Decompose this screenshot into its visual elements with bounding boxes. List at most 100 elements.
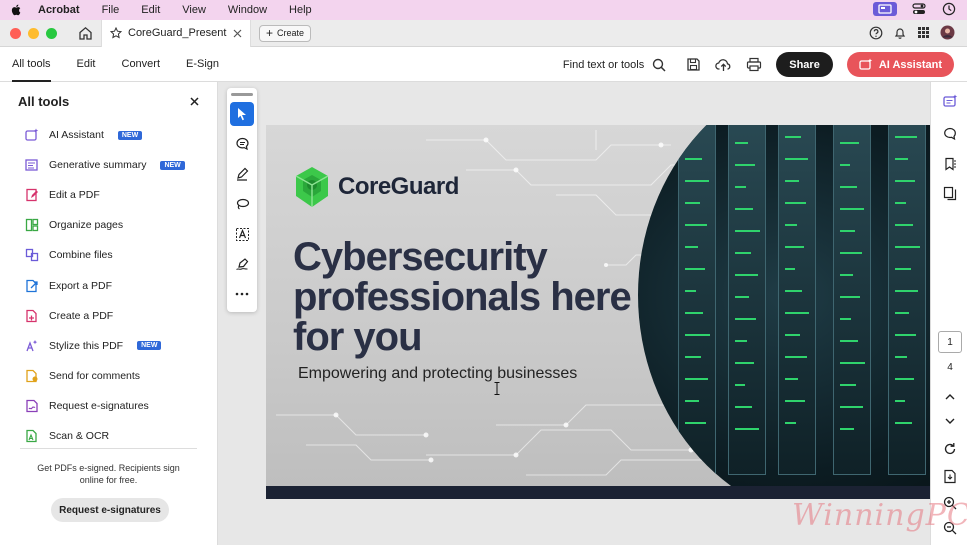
document-tab[interactable]: CoreGuard_Presentati... xyxy=(101,19,251,47)
share-button[interactable]: Share xyxy=(776,52,833,77)
new-badge: NEW xyxy=(117,130,143,140)
menu-app-name[interactable]: Acrobat xyxy=(38,4,80,16)
help-icon[interactable] xyxy=(869,26,883,40)
tab-edit[interactable]: Edit xyxy=(77,47,96,82)
tool-item-export-a-pdf[interactable]: Export a PDF xyxy=(0,270,217,300)
comments-rail-icon[interactable] xyxy=(941,125,959,143)
pages-rail-icon[interactable] xyxy=(941,184,959,202)
server-led xyxy=(840,428,854,430)
server-led xyxy=(840,296,860,298)
close-panel-icon[interactable] xyxy=(190,96,199,106)
find-tools-search[interactable]: Find text or tools xyxy=(563,58,666,72)
apple-icon[interactable] xyxy=(10,4,22,16)
highlight-tool-button[interactable] xyxy=(230,162,254,186)
server-led xyxy=(685,400,699,402)
home-icon[interactable] xyxy=(75,23,95,43)
server-led xyxy=(785,202,806,204)
server-led xyxy=(840,230,855,232)
cursor-arrow-icon xyxy=(238,108,246,121)
server-led xyxy=(685,268,705,270)
save-icon[interactable] xyxy=(686,57,701,72)
server-led xyxy=(735,428,759,430)
control-center-icon[interactable] xyxy=(911,2,927,16)
window-controls xyxy=(10,27,57,39)
draw-tool-button[interactable] xyxy=(230,192,254,216)
server-led xyxy=(895,180,915,182)
menu-view[interactable]: View xyxy=(182,4,206,16)
bell-icon[interactable] xyxy=(893,26,907,40)
tool-item-combine-files[interactable]: Combine files xyxy=(0,240,217,270)
upload-cloud-icon[interactable] xyxy=(715,57,732,72)
apps-grid-icon[interactable] xyxy=(917,26,930,39)
combine-files-icon xyxy=(25,248,39,262)
tool-item-generative-summary[interactable]: Generative summary NEW xyxy=(0,150,217,180)
page-up-icon[interactable] xyxy=(941,387,959,405)
server-led xyxy=(895,202,906,204)
menu-window[interactable]: Window xyxy=(228,4,267,16)
tab-e-sign[interactable]: E-Sign xyxy=(186,47,219,82)
panel-title: All tools xyxy=(18,93,70,109)
server-led xyxy=(735,384,745,386)
server-led xyxy=(685,202,700,204)
tool-item-label: Stylize this PDF xyxy=(49,339,124,352)
text-select-tool-button[interactable] xyxy=(230,222,254,246)
tool-item-stylize-this-pdf[interactable]: Stylize this PDF NEW xyxy=(0,331,217,361)
tabbar-actions xyxy=(869,25,955,40)
tool-item-organize-pages[interactable]: Organize pages xyxy=(0,210,217,240)
ai-assistant-rail-icon[interactable] xyxy=(941,92,959,110)
tab-convert[interactable]: Convert xyxy=(122,47,161,82)
server-led xyxy=(895,158,908,160)
menubar: Acrobat File Edit View Window Help xyxy=(0,0,967,20)
more-tools-button[interactable] xyxy=(230,282,254,306)
star-icon[interactable] xyxy=(110,27,122,39)
print-icon[interactable] xyxy=(746,57,762,72)
menu-file[interactable]: File xyxy=(102,4,120,16)
avatar[interactable] xyxy=(940,25,955,40)
server-led xyxy=(895,312,909,314)
server-led xyxy=(685,422,706,424)
comment-tool-button[interactable] xyxy=(230,132,254,156)
ai-assistant-button[interactable]: AI Assistant xyxy=(846,52,954,77)
create-button-label: Create xyxy=(277,28,305,38)
tool-item-create-a-pdf[interactable]: Create a PDF xyxy=(0,301,217,331)
tool-item-ai-assistant[interactable]: AI Assistant NEW xyxy=(0,120,217,150)
rotate-icon[interactable] xyxy=(941,440,959,458)
tool-item-scan-ocr[interactable]: Scan & OCR xyxy=(0,421,217,451)
clock-icon[interactable] xyxy=(941,2,957,16)
minimize-window-button[interactable] xyxy=(28,27,39,39)
page-down-icon[interactable] xyxy=(941,412,959,430)
ai-assistant-label: AI Assistant xyxy=(878,58,942,71)
menu-edit[interactable]: Edit xyxy=(141,4,160,16)
server-led xyxy=(895,400,905,402)
tool-item-edit-a-pdf[interactable]: Edit a PDF xyxy=(0,180,217,210)
server-led xyxy=(785,136,801,138)
server-led xyxy=(840,252,862,254)
server-led xyxy=(735,340,747,342)
bookmark-rail-icon[interactable] xyxy=(941,155,959,173)
server-led xyxy=(735,252,751,254)
request-esignatures-button[interactable]: Request e-signatures xyxy=(51,498,169,522)
zoom-window-button[interactable] xyxy=(46,27,57,39)
strip-drag-handle[interactable] xyxy=(231,93,253,96)
server-led xyxy=(785,180,799,182)
server-led xyxy=(840,186,857,188)
server-rack xyxy=(678,125,716,475)
select-tool-button[interactable] xyxy=(230,102,254,126)
tool-item-request-e-signatures[interactable]: Request e-signatures xyxy=(0,391,217,421)
create-button[interactable]: + Create xyxy=(259,24,312,42)
signature-pen-icon xyxy=(235,258,248,270)
menu-help[interactable]: Help xyxy=(289,4,312,16)
document-page[interactable]: CoreGuard Cybersecurity professionals he… xyxy=(266,125,930,499)
current-page-input[interactable]: 1 xyxy=(938,331,962,353)
coreguard-shield-icon xyxy=(295,167,329,207)
server-led xyxy=(735,164,755,166)
server-led xyxy=(785,158,808,160)
tab-all-tools[interactable]: All tools xyxy=(12,47,51,82)
close-tab-icon[interactable] xyxy=(233,29,242,38)
tool-item-send-for-comments[interactable]: Send for comments xyxy=(0,361,217,391)
panel-divider xyxy=(20,448,197,449)
close-window-button[interactable] xyxy=(10,27,21,39)
page-fit-icon[interactable] xyxy=(941,467,959,485)
sign-tool-button[interactable] xyxy=(230,252,254,276)
screen-share-icon[interactable] xyxy=(873,2,897,16)
